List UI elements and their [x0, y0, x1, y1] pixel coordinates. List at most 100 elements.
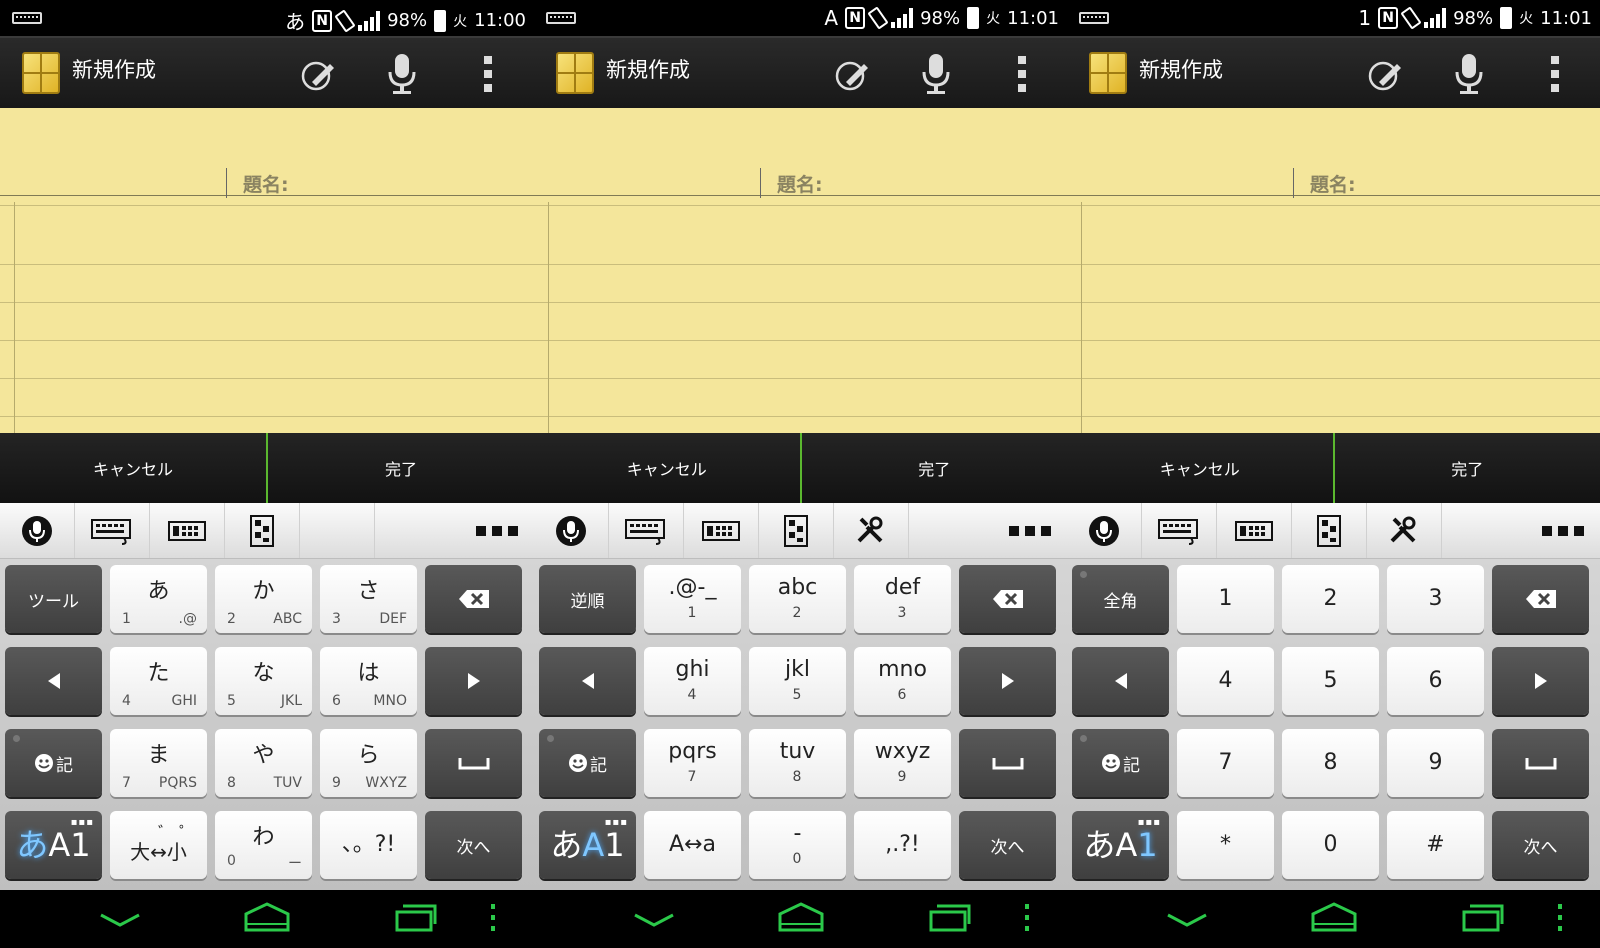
- home-button[interactable]: [1304, 896, 1364, 940]
- home-button[interactable]: [237, 896, 297, 940]
- key-ya[interactable]: や 8 TUV: [215, 729, 312, 797]
- toolbar-mic-button[interactable]: [1067, 503, 1142, 558]
- toolbar-mic-button[interactable]: [0, 503, 75, 558]
- title-area[interactable]: 題名:: [1067, 108, 1600, 198]
- key-wxyz[interactable]: wxyz 9: [854, 729, 951, 797]
- key-left[interactable]: [539, 647, 636, 715]
- toolbar-keyboard-layout-button[interactable]: [150, 503, 225, 558]
- back-button[interactable]: [624, 896, 684, 940]
- done-button[interactable]: 完了: [268, 433, 534, 503]
- key-n1[interactable]: 1: [1177, 565, 1274, 633]
- key-emoji[interactable]: 記: [5, 729, 102, 797]
- key-na[interactable]: な 5 JKL: [215, 647, 312, 715]
- toolbar-keyboard-layout-button[interactable]: [684, 503, 759, 558]
- key-right[interactable]: [1492, 647, 1589, 715]
- key-emoji[interactable]: 記: [1072, 729, 1169, 797]
- key-space[interactable]: [1492, 729, 1589, 797]
- overflow-menu-button[interactable]: [1000, 52, 1044, 96]
- key-punct[interactable]: 、。?!: [320, 811, 417, 879]
- key-ha[interactable]: は 6 MNO: [320, 647, 417, 715]
- title-area[interactable]: 題名:: [0, 108, 534, 198]
- key-right[interactable]: [959, 647, 1056, 715]
- key-next[interactable]: 次へ: [959, 811, 1056, 879]
- done-button[interactable]: 完了: [1335, 433, 1600, 503]
- menu-button[interactable]: [1545, 896, 1575, 940]
- toolbar-flick-layout-button[interactable]: [759, 503, 834, 558]
- key-daku[interactable]: ゛ ゜大↔小: [110, 811, 207, 879]
- key-pqrs[interactable]: pqrs 7: [644, 729, 741, 797]
- recent-apps-button[interactable]: [1453, 896, 1513, 940]
- note-paper[interactable]: 題名:: [1067, 108, 1600, 433]
- note-paper[interactable]: 題名:: [534, 108, 1067, 433]
- recent-apps-button[interactable]: [386, 896, 446, 940]
- done-button[interactable]: 完了: [802, 433, 1068, 503]
- key-next[interactable]: 次へ: [1492, 811, 1589, 879]
- recent-apps-button[interactable]: [920, 896, 980, 940]
- key-n4[interactable]: 4: [1177, 647, 1274, 715]
- key-wa[interactable]: わ0 ー: [215, 811, 312, 879]
- key-ghi[interactable]: ghi 4: [644, 647, 741, 715]
- key-n3[interactable]: 3: [1387, 565, 1484, 633]
- toolbar-keyboard-button[interactable]: [75, 503, 150, 558]
- key-tuv[interactable]: tuv 8: [749, 729, 846, 797]
- key-punct[interactable]: ,.?!: [854, 811, 951, 879]
- overflow-menu-button[interactable]: [466, 52, 510, 96]
- key-tool[interactable]: ツール: [5, 565, 102, 633]
- key-n2[interactable]: 2: [1282, 565, 1379, 633]
- key-jkl[interactable]: jkl 5: [749, 647, 846, 715]
- key-sa[interactable]: さ 3 DEF: [320, 565, 417, 633]
- voice-input-button[interactable]: [1447, 52, 1491, 96]
- key-mno[interactable]: mno 6: [854, 647, 951, 715]
- key-bs[interactable]: [1492, 565, 1589, 633]
- key-mode[interactable]: ▪▪▪ あA1: [5, 811, 102, 879]
- handwriting-button[interactable]: [1363, 52, 1407, 96]
- key-mode[interactable]: ▪▪▪ あA1: [1072, 811, 1169, 879]
- key-a[interactable]: あ 1 .@: [110, 565, 207, 633]
- cancel-button[interactable]: キャンセル: [0, 433, 266, 503]
- key-ra[interactable]: ら 9 WXYZ: [320, 729, 417, 797]
- key-n5[interactable]: 5: [1282, 647, 1379, 715]
- key-bs[interactable]: [959, 565, 1056, 633]
- key-left[interactable]: [1072, 647, 1169, 715]
- menu-button[interactable]: [1012, 896, 1042, 940]
- key-mode[interactable]: ▪▪▪ あA1: [539, 811, 636, 879]
- key-bs[interactable]: [425, 565, 522, 633]
- cancel-button[interactable]: キャンセル: [1067, 433, 1333, 503]
- key-star[interactable]: *: [1177, 811, 1274, 879]
- key-ma[interactable]: ま 7 PQRS: [110, 729, 207, 797]
- back-button[interactable]: [1157, 896, 1217, 940]
- handwriting-button[interactable]: [830, 52, 874, 96]
- toolbar-flick-layout-button[interactable]: [225, 503, 300, 558]
- overflow-menu-button[interactable]: [1533, 52, 1577, 96]
- key-ka[interactable]: か 2 ABC: [215, 565, 312, 633]
- key-sym[interactable]: .@-_ 1: [644, 565, 741, 633]
- toolbar-more-button[interactable]: [992, 503, 1067, 558]
- key-emoji[interactable]: 記: [539, 729, 636, 797]
- key-n8[interactable]: 8: [1282, 729, 1379, 797]
- key-hash[interactable]: #: [1387, 811, 1484, 879]
- toolbar-keyboard-layout-button[interactable]: [1217, 503, 1292, 558]
- title-area[interactable]: 題名:: [534, 108, 1067, 198]
- key-next[interactable]: 次へ: [425, 811, 522, 879]
- handwriting-button[interactable]: [296, 52, 340, 96]
- key-n7[interactable]: 7: [1177, 729, 1274, 797]
- toolbar-tools-button[interactable]: [1367, 503, 1442, 558]
- key-space[interactable]: [959, 729, 1056, 797]
- toolbar-keyboard-button[interactable]: [1142, 503, 1217, 558]
- key-n0[interactable]: 0: [1282, 811, 1379, 879]
- toolbar-mic-button[interactable]: [534, 503, 609, 558]
- toolbar-tools-button[interactable]: [834, 503, 909, 558]
- back-button[interactable]: [90, 896, 150, 940]
- toolbar-more-button[interactable]: [459, 503, 534, 558]
- key-reverse[interactable]: 逆順: [539, 565, 636, 633]
- key-fullwidth[interactable]: 全角: [1072, 565, 1169, 633]
- key-space[interactable]: [425, 729, 522, 797]
- key-abc[interactable]: abc 2: [749, 565, 846, 633]
- key-left[interactable]: [5, 647, 102, 715]
- cancel-button[interactable]: キャンセル: [534, 433, 800, 503]
- key-right[interactable]: [425, 647, 522, 715]
- key-def[interactable]: def 3: [854, 565, 951, 633]
- toolbar-keyboard-button[interactable]: [609, 503, 684, 558]
- key-n6[interactable]: 6: [1387, 647, 1484, 715]
- voice-input-button[interactable]: [914, 52, 958, 96]
